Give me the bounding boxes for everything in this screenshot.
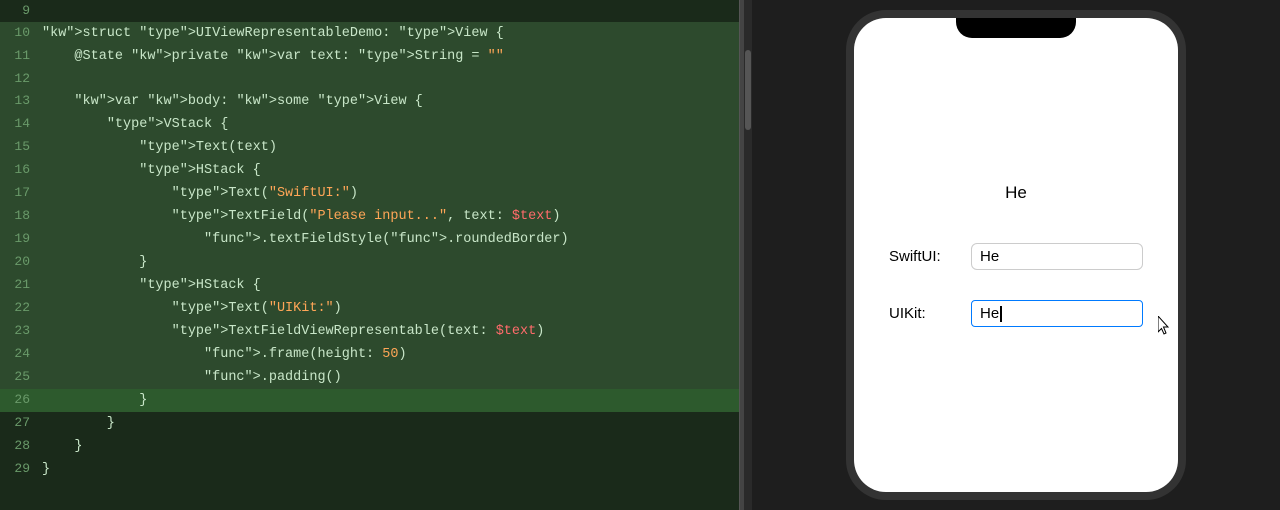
line-number: 27 — [0, 412, 42, 434]
line-content: "type">HStack { — [42, 275, 739, 297]
line-number: 22 — [0, 297, 42, 319]
code-line-11: 11 @State "kw">private "kw">var text: "t… — [0, 45, 739, 68]
line-content: "type">TextFieldViewRepresentable(text: … — [42, 321, 739, 343]
line-content: "type">Text(text) — [42, 137, 739, 159]
line-content: "type">HStack { — [42, 160, 739, 182]
line-content: @State "kw">private "kw">var text: "type… — [42, 46, 739, 68]
line-content: "type">Text("UIKit:") — [42, 298, 739, 320]
code-line-17: 17 "type">Text("SwiftUI:") — [0, 182, 739, 205]
code-line-28: 28 } — [0, 435, 739, 458]
code-line-21: 21 "type">HStack { — [0, 274, 739, 297]
line-number: 20 — [0, 251, 42, 273]
code-line-26: 26 } — [0, 389, 739, 412]
code-line-10: 10"kw">struct "type">UIViewRepresentable… — [0, 22, 739, 45]
text-cursor — [1000, 306, 1002, 322]
line-number: 12 — [0, 68, 42, 90]
uikit-field[interactable]: He — [971, 300, 1143, 327]
code-line-25: 25 "func">.padding() — [0, 366, 739, 389]
uikit-label: UIKit: — [889, 305, 959, 322]
line-content: } — [42, 390, 739, 412]
line-number: 17 — [0, 182, 42, 204]
line-content: "func">.padding() — [42, 367, 739, 389]
mouse-cursor-icon — [1158, 316, 1172, 336]
right-scrollbar[interactable] — [744, 0, 752, 510]
scrollbar-thumb[interactable] — [745, 50, 751, 130]
line-content: "type">VStack { — [42, 114, 739, 136]
line-number: 15 — [0, 136, 42, 158]
phone-frame: He SwiftUI: He UIKit: He — [846, 10, 1186, 500]
line-number: 18 — [0, 205, 42, 227]
line-content: "func">.frame(height: 50) — [42, 344, 739, 366]
swiftui-label: SwiftUI: — [889, 248, 959, 265]
line-number: 25 — [0, 366, 42, 388]
line-number: 29 — [0, 458, 42, 480]
line-number: 16 — [0, 159, 42, 181]
code-line-15: 15 "type">Text(text) — [0, 136, 739, 159]
line-content: "type">Text("SwiftUI:") — [42, 183, 739, 205]
line-number: 10 — [0, 22, 42, 44]
phone-screen: He SwiftUI: He UIKit: He — [854, 18, 1178, 492]
preview-top-text: He — [1005, 183, 1027, 203]
line-number: 13 — [0, 90, 42, 112]
uikit-value: He — [980, 305, 999, 322]
line-content: } — [42, 252, 739, 274]
code-line-29: 29} — [0, 458, 739, 481]
phone-notch — [956, 18, 1076, 38]
line-number: 24 — [0, 343, 42, 365]
code-line-13: 13 "kw">var "kw">body: "kw">some "type">… — [0, 90, 739, 113]
swiftui-field[interactable]: He — [971, 243, 1143, 270]
swiftui-value: He — [980, 248, 999, 265]
line-number: 11 — [0, 45, 42, 67]
line-content: "type">TextField("Please input...", text… — [42, 206, 739, 228]
line-number: 26 — [0, 389, 42, 411]
uikit-row: UIKit: He — [874, 300, 1158, 327]
line-number: 19 — [0, 228, 42, 250]
code-line-22: 22 "type">Text("UIKit:") — [0, 297, 739, 320]
line-content: } — [42, 459, 739, 481]
code-line-9: 9 — [0, 0, 739, 22]
line-number: 9 — [0, 0, 42, 22]
line-number: 28 — [0, 435, 42, 457]
code-line-16: 16 "type">HStack { — [0, 159, 739, 182]
preview-panel: He SwiftUI: He UIKit: He — [752, 0, 1280, 510]
line-number: 23 — [0, 320, 42, 342]
line-content: } — [42, 413, 739, 435]
code-editor: 910"kw">struct "type">UIViewRepresentabl… — [0, 0, 740, 510]
line-number: 14 — [0, 113, 42, 135]
line-content: } — [42, 436, 739, 458]
line-content: "func">.textFieldStyle("func">.roundedBo… — [42, 229, 739, 251]
code-line-20: 20 } — [0, 251, 739, 274]
code-line-12: 12 — [0, 68, 739, 90]
code-lines: 910"kw">struct "type">UIViewRepresentabl… — [0, 0, 739, 481]
swiftui-row: SwiftUI: He — [874, 243, 1158, 270]
code-line-19: 19 "func">.textFieldStyle("func">.rounde… — [0, 228, 739, 251]
code-line-18: 18 "type">TextField("Please input...", t… — [0, 205, 739, 228]
code-line-14: 14 "type">VStack { — [0, 113, 739, 136]
line-content: "kw">struct "type">UIViewRepresentableDe… — [42, 23, 739, 45]
line-content: "kw">var "kw">body: "kw">some "type">Vie… — [42, 91, 739, 113]
line-number: 21 — [0, 274, 42, 296]
code-line-24: 24 "func">.frame(height: 50) — [0, 343, 739, 366]
code-line-23: 23 "type">TextFieldViewRepresentable(tex… — [0, 320, 739, 343]
code-line-27: 27 } — [0, 412, 739, 435]
